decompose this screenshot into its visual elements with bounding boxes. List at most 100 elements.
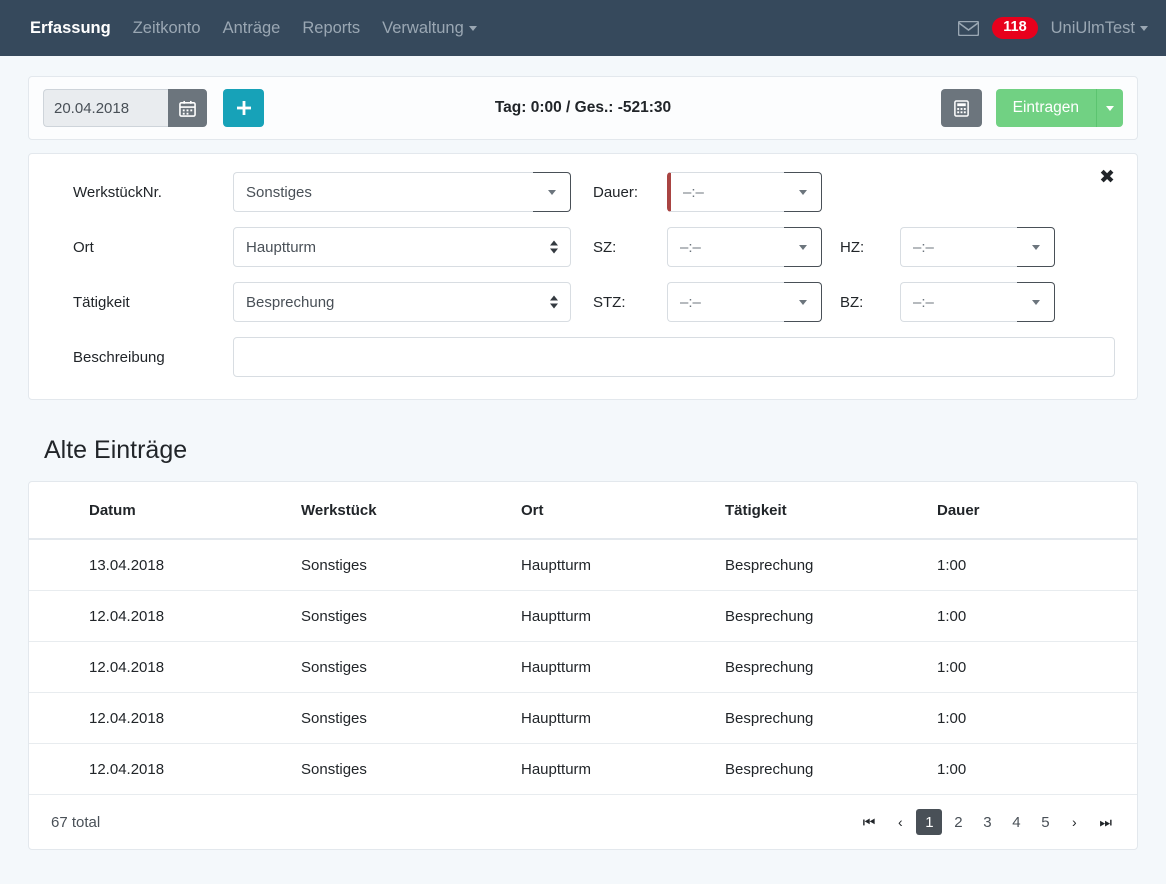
table-row[interactable]: 13.04.2018 Sonstiges Hauptturm Besprechu… bbox=[29, 539, 1137, 591]
cell-taetigkeit: Besprechung bbox=[725, 590, 937, 642]
pagination-page-1[interactable]: 1 bbox=[916, 809, 943, 835]
hz-input[interactable] bbox=[900, 227, 1017, 267]
cell-taetigkeit: Besprechung bbox=[725, 692, 937, 744]
dauer-control bbox=[667, 172, 822, 212]
ort-select[interactable]: Hauptturm bbox=[233, 227, 571, 267]
cell-werkstueck: Sonstiges bbox=[301, 539, 521, 591]
werkstueck-dropdown-toggle[interactable] bbox=[533, 172, 571, 212]
form-row-beschreibung: Beschreibung bbox=[51, 337, 1115, 377]
date-toolbar: Tag: 0:00 / Ges.: -521:30 Eintragen bbox=[28, 76, 1138, 140]
chevron-down-icon bbox=[1031, 244, 1040, 250]
cell-werkstueck: Sonstiges bbox=[301, 692, 521, 744]
stz-input[interactable] bbox=[667, 282, 784, 322]
pagination-first-button[interactable]: ⏮ bbox=[854, 809, 885, 835]
pagination-page-2[interactable]: 2 bbox=[945, 809, 971, 835]
date-input[interactable] bbox=[43, 89, 168, 127]
submit-dropdown-toggle[interactable] bbox=[1096, 89, 1123, 127]
cell-dauer: 1:00 bbox=[937, 539, 1137, 591]
col-header-werkstueck[interactable]: Werkstück bbox=[301, 482, 521, 540]
table-row[interactable]: 12.04.2018 Sonstiges Hauptturm Besprechu… bbox=[29, 590, 1137, 642]
nav-link-verwaltung[interactable]: Verwaltung bbox=[382, 19, 477, 38]
dauer-label: Dauer: bbox=[593, 183, 639, 201]
sz-control bbox=[667, 227, 822, 267]
cell-werkstueck: Sonstiges bbox=[301, 743, 521, 795]
cell-ort: Hauptturm bbox=[521, 692, 725, 744]
sz-dropdown-toggle[interactable] bbox=[784, 227, 822, 267]
ort-label: Ort bbox=[73, 238, 94, 256]
nav-links: Erfassung Zeitkonto Anträge Reports Verw… bbox=[30, 19, 477, 38]
bz-control bbox=[900, 282, 1055, 322]
main-navbar: Erfassung Zeitkonto Anträge Reports Verw… bbox=[0, 0, 1166, 56]
table-body: 13.04.2018 Sonstiges Hauptturm Besprechu… bbox=[29, 539, 1137, 795]
table-footer: 67 total ⏮ ‹ 1 2 3 4 5 › ⏭ bbox=[29, 795, 1137, 849]
sz-input[interactable] bbox=[667, 227, 784, 267]
cell-taetigkeit: Besprechung bbox=[725, 743, 937, 795]
bz-input[interactable] bbox=[900, 282, 1017, 322]
chevron-down-icon bbox=[1140, 25, 1148, 31]
ort-control: Hauptturm bbox=[233, 227, 571, 267]
col-header-datum[interactable]: Datum bbox=[29, 482, 301, 540]
cell-ort: Hauptturm bbox=[521, 539, 725, 591]
taetigkeit-select[interactable]: Besprechung bbox=[233, 282, 571, 322]
nav-link-erfassung[interactable]: Erfassung bbox=[30, 19, 111, 38]
pagination-page-3[interactable]: 3 bbox=[974, 809, 1000, 835]
submit-button[interactable]: Eintragen bbox=[995, 89, 1096, 127]
chevron-down-icon bbox=[798, 244, 807, 250]
old-entries-title: Alte Einträge bbox=[44, 436, 188, 464]
werkstueck-input[interactable] bbox=[233, 172, 533, 212]
pagination-page-4[interactable]: 4 bbox=[1003, 809, 1029, 835]
toolbar-actions: Eintragen bbox=[940, 89, 1123, 127]
cell-dauer: 1:00 bbox=[937, 743, 1137, 795]
nav-link-verwaltung-label: Verwaltung bbox=[382, 18, 464, 37]
chevron-down-icon bbox=[547, 189, 556, 195]
form-row-taetigkeit: Tätigkeit Besprechung STZ: BZ: bbox=[51, 282, 1115, 322]
beschreibung-input[interactable] bbox=[233, 337, 1115, 377]
old-entries-table: Datum Werkstück Ort Tätigkeit Dauer 13.0… bbox=[29, 482, 1137, 795]
cell-datum: 12.04.2018 bbox=[29, 743, 301, 795]
chevron-down-icon bbox=[1106, 105, 1114, 111]
envelope-icon[interactable] bbox=[958, 20, 980, 36]
table-row[interactable]: 12.04.2018 Sonstiges Hauptturm Besprechu… bbox=[29, 641, 1137, 693]
werkstueck-label: WerkstückNr. bbox=[73, 183, 162, 201]
cell-taetigkeit: Besprechung bbox=[725, 641, 937, 693]
nav-link-reports[interactable]: Reports bbox=[302, 19, 360, 38]
submit-split-button: Eintragen bbox=[995, 89, 1123, 127]
pagination-page-5[interactable]: 5 bbox=[1032, 809, 1058, 835]
old-entries-table-card: Datum Werkstück Ort Tätigkeit Dauer 13.0… bbox=[28, 481, 1138, 850]
pagination-prev-button[interactable]: ‹ bbox=[887, 809, 913, 835]
chevron-down-icon bbox=[468, 25, 477, 31]
stz-dropdown-toggle[interactable] bbox=[784, 282, 822, 322]
bz-label: BZ: bbox=[840, 293, 864, 311]
hz-dropdown-toggle[interactable] bbox=[1017, 227, 1055, 267]
col-header-taetigkeit[interactable]: Tätigkeit bbox=[725, 482, 937, 540]
cell-datum: 13.04.2018 bbox=[29, 539, 301, 591]
close-form-button[interactable]: ✖ bbox=[1095, 166, 1119, 189]
table-row[interactable]: 12.04.2018 Sonstiges Hauptturm Besprechu… bbox=[29, 743, 1137, 795]
hz-label: HZ: bbox=[840, 238, 865, 256]
calendar-button[interactable] bbox=[168, 89, 207, 127]
form-row-ort: Ort Hauptturm SZ: HZ: bbox=[51, 227, 1115, 267]
beschreibung-label: Beschreibung bbox=[73, 348, 165, 366]
dauer-input[interactable] bbox=[667, 172, 784, 212]
cell-taetigkeit: Besprechung bbox=[725, 539, 937, 591]
mail-badge-count: 118 bbox=[992, 17, 1038, 39]
bz-dropdown-toggle[interactable] bbox=[1017, 282, 1055, 322]
taetigkeit-control: Besprechung bbox=[233, 282, 571, 322]
col-header-dauer[interactable]: Dauer bbox=[937, 482, 1137, 540]
dauer-dropdown-toggle[interactable] bbox=[784, 172, 822, 212]
cell-dauer: 1:00 bbox=[937, 641, 1137, 693]
nav-link-zeitkonto[interactable]: Zeitkonto bbox=[133, 19, 201, 38]
calculator-button[interactable] bbox=[940, 89, 982, 127]
stz-label: STZ: bbox=[593, 293, 626, 311]
pagination-next-button[interactable]: › bbox=[1061, 809, 1087, 835]
table-row[interactable]: 12.04.2018 Sonstiges Hauptturm Besprechu… bbox=[29, 692, 1137, 744]
taetigkeit-label: Tätigkeit bbox=[73, 293, 130, 311]
col-header-ort[interactable]: Ort bbox=[521, 482, 725, 540]
sz-label: SZ: bbox=[593, 238, 617, 256]
add-entry-button[interactable] bbox=[223, 89, 264, 127]
nav-link-antraege[interactable]: Anträge bbox=[223, 19, 281, 38]
werkstueck-control bbox=[233, 172, 571, 212]
pagination-last-button[interactable]: ⏭ bbox=[1090, 809, 1121, 835]
user-menu[interactable]: UniUlmTest bbox=[1051, 19, 1148, 38]
cell-datum: 12.04.2018 bbox=[29, 692, 301, 744]
